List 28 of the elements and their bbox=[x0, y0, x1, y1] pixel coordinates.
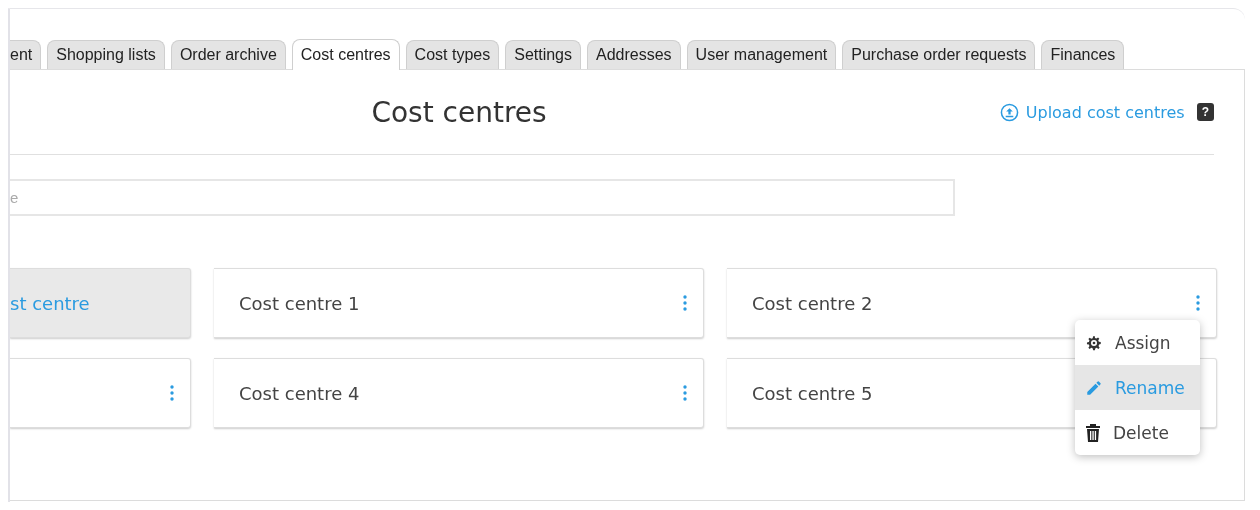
cost-centre-card[interactable]: Cost centre 1 bbox=[214, 268, 704, 338]
tab[interactable]: Order archive bbox=[170, 40, 286, 69]
tab[interactable]: Cost types bbox=[405, 40, 500, 69]
trash-icon bbox=[1085, 423, 1101, 442]
help-badge[interactable]: ? bbox=[1196, 103, 1214, 121]
upload-icon bbox=[999, 102, 1019, 122]
page-title: Cost centres bbox=[371, 95, 547, 129]
more-icon[interactable] bbox=[683, 295, 687, 311]
cost-centre-card[interactable]: Cost centre 4 bbox=[214, 358, 704, 428]
card-label: Cost centre 4 bbox=[239, 382, 360, 404]
card-label: Cost centre 1 bbox=[239, 292, 360, 314]
tab[interactable]: Addresses bbox=[587, 40, 681, 69]
more-icon[interactable] bbox=[170, 385, 174, 401]
more-icon[interactable] bbox=[1196, 295, 1200, 311]
tab[interactable]: Purchase order requests bbox=[842, 40, 1036, 69]
pencil-icon bbox=[1085, 378, 1103, 397]
more-icon[interactable] bbox=[683, 385, 687, 401]
tab[interactable]: ent bbox=[10, 40, 42, 69]
gear-icon bbox=[1085, 333, 1103, 352]
tab[interactable]: Settings bbox=[505, 40, 581, 69]
tab[interactable]: Finances bbox=[1041, 40, 1125, 69]
search-field[interactable]: e bbox=[10, 179, 955, 216]
tab[interactable]: Shopping lists bbox=[47, 40, 165, 69]
card-label: st centre bbox=[10, 292, 90, 314]
card-label: Cost centre 5 bbox=[752, 382, 873, 404]
card-label: Cost centre 2 bbox=[752, 292, 873, 314]
tab[interactable]: Cost centres bbox=[291, 39, 400, 70]
tab[interactable]: User management bbox=[686, 40, 837, 69]
